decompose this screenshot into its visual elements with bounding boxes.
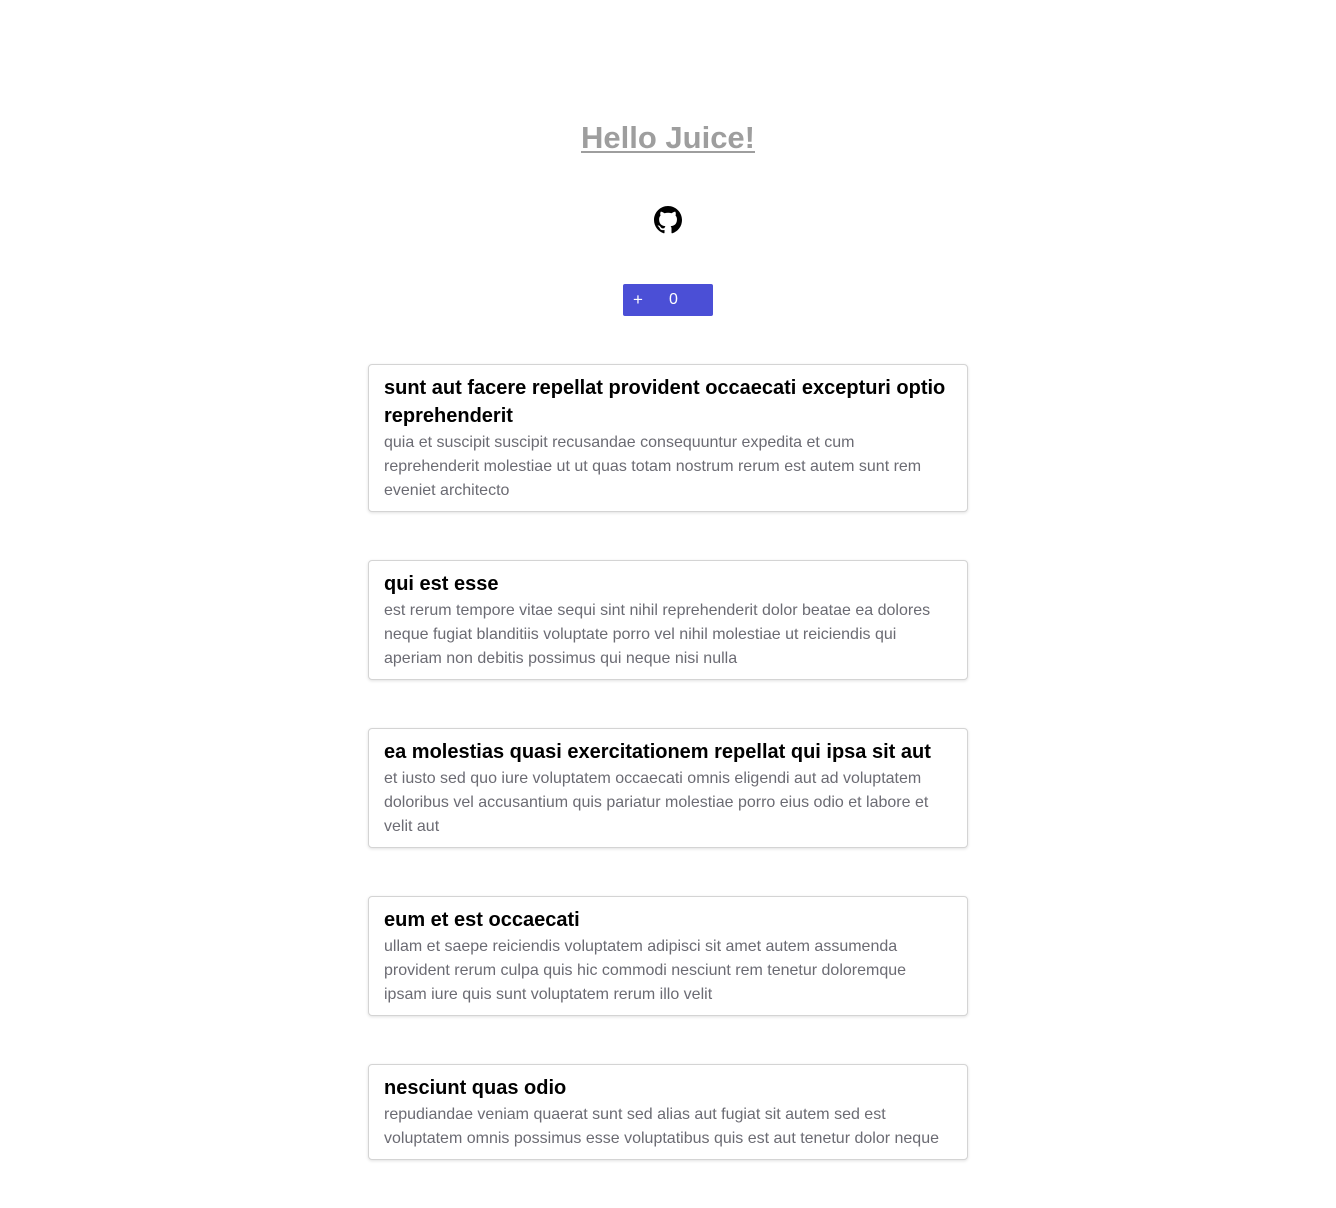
post-card[interactable]: qui est esse est rerum tempore vitae seq…: [368, 560, 968, 680]
header: Hello Juice!: [0, 118, 1336, 158]
post-body: et iusto sed quo iure voluptatem occaeca…: [384, 770, 929, 835]
post-card[interactable]: ea molestias quasi exercitationem repell…: [368, 728, 968, 848]
counter-value: 0: [669, 291, 678, 308]
post-list: sunt aut facere repellat provident occae…: [368, 364, 968, 1208]
post-card[interactable]: eum et est occaecati ullam et saepe reic…: [368, 896, 968, 1016]
post-title: nesciunt quas odio: [384, 1077, 567, 1099]
post-body: quia et suscipit suscipit recusandae con…: [384, 434, 922, 499]
increment-counter-button[interactable]: + 0: [623, 284, 713, 316]
plus-icon: +: [633, 290, 643, 309]
post-title: sunt aut facere repellat provident occae…: [384, 377, 946, 427]
post-card[interactable]: nesciunt quas odio repudiandae veniam qu…: [368, 1064, 968, 1160]
post-title: qui est esse: [384, 573, 499, 595]
post-body: est rerum tempore vitae sequi sint nihil…: [384, 602, 931, 667]
post-title: ea molestias quasi exercitationem repell…: [384, 741, 931, 763]
page-title-link[interactable]: Hello Juice!: [581, 120, 755, 155]
post-body: ullam et saepe reiciendis voluptatem adi…: [384, 938, 907, 1003]
post-card[interactable]: sunt aut facere repellat provident occae…: [368, 364, 968, 512]
page: Hello Juice! + 0 sunt aut facere repella…: [0, 0, 1336, 1160]
post-body: repudiandae veniam quaerat sunt sed alia…: [384, 1106, 939, 1147]
github-icon[interactable]: [654, 206, 682, 234]
post-title: eum et est occaecati: [384, 909, 580, 931]
